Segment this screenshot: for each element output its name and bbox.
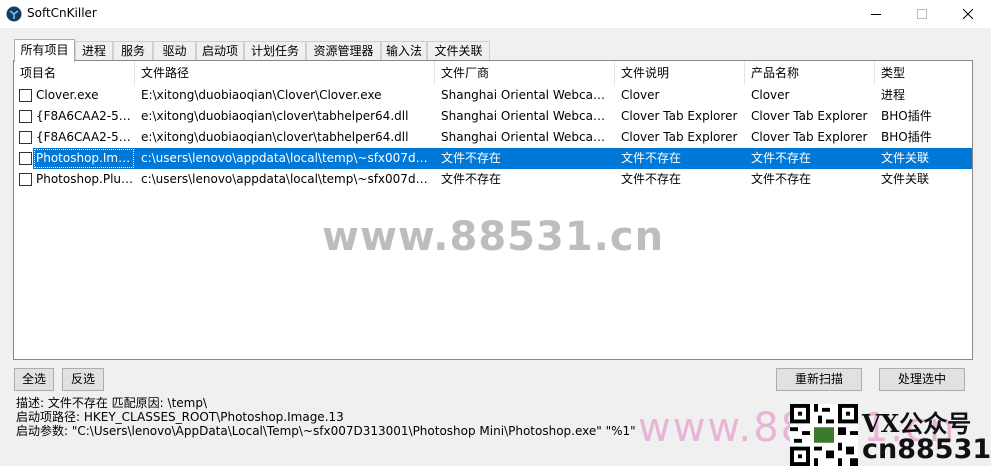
cell-product: Clover Tab Explorer [751,130,868,144]
tab-services[interactable]: 服务 [113,41,153,60]
cell-name: Photoshop.Image.13 [36,151,135,165]
tab-explorer[interactable]: 资源管理器 [306,41,381,60]
column-header-description[interactable]: 文件说明 [615,61,745,85]
cell-description: 文件不存在 [621,151,682,165]
tab-drivers[interactable]: 驱动 [153,41,196,60]
cell-vendor: Shanghai Oriental Webcasting Co., Ltd. [441,88,611,102]
tab-processes[interactable]: 进程 [75,41,113,60]
cell-path: c:\users\lenovo\appdata\local\temp\~sfx0… [141,172,435,186]
cell-vendor: Shanghai Oriental Webcasting Co., Ltd. [441,130,611,144]
column-header-vendor[interactable]: 文件厂商 [435,61,615,85]
table-row[interactable]: {F8A6CAA2-5336-4F33-A5D4-C8A8C5A9D6B8} e… [14,106,972,127]
cell-type: BHO插件 [881,109,932,123]
app-logo-icon [6,6,22,22]
close-icon [963,9,973,19]
cell-path: e:\xitong\duobiaoqian\clover\tabhelper64… [141,130,409,144]
maximize-button[interactable] [899,0,945,28]
cell-name: Photoshop.PlugIn [36,172,135,186]
cell-name: {F8A6CAA2-5336-4F33-A5D4-C8A8C5A9D6B8} [36,109,135,123]
table-row-selected[interactable]: Photoshop.Image.13 c:\users\lenovo\appda… [14,148,972,169]
tab-startup[interactable]: 启动项 [196,41,244,60]
detail-startup-params: 启动参数: "C:\Users\lenovo\AppData\Local\Tem… [16,424,636,438]
process-selected-button[interactable]: 处理选中 [879,368,965,391]
cell-product: 文件不存在 [751,172,812,186]
qr-code-icon [790,404,858,466]
cell-product: Clover Tab Explorer [751,109,868,123]
cell-description: Clover [621,88,660,102]
minimize-icon [871,14,881,15]
cell-vendor: 文件不存在 [441,172,502,186]
watermark-text: www.88531.cn [322,214,665,260]
cell-product: 文件不存在 [751,151,812,165]
cell-vendor: 文件不存在 [441,151,502,165]
table-row[interactable]: Clover.exe E:\xitong\duobiaoqian\Clover\… [14,85,972,106]
tab-all-items[interactable]: 所有项目 [14,39,75,62]
cell-type: 进程 [881,88,906,102]
cell-description: Clover Tab Explorer [621,130,738,144]
rescan-button[interactable]: 重新扫描 [776,368,862,391]
column-header-type[interactable]: 类型 [875,61,972,85]
items-list[interactable]: 项目名 文件路径 文件厂商 文件说明 产品名称 类型 Clover.exe E:… [13,60,973,360]
cell-description: Clover Tab Explorer [621,109,738,123]
tab-scheduled-tasks[interactable]: 计划任务 [244,41,306,60]
column-header-product[interactable]: 产品名称 [745,61,875,85]
tab-file-associations[interactable]: 文件关联 [427,41,490,60]
title-bar: SoftCnKiller [0,0,991,28]
cell-description: 文件不存在 [621,172,682,186]
cell-path: e:\xitong\duobiaoqian\clover\tabhelper64… [141,109,409,123]
minimize-button[interactable] [853,0,899,28]
table-row[interactable]: {F8A6CAA2-5336-4F33-A5D4-C8A8C5A9D6B9} e… [14,127,972,148]
tab-input-methods[interactable]: 输入法 [381,41,427,60]
cell-type: 文件关联 [881,151,930,165]
cell-path: E:\xitong\duobiaoqian\Clover\Clover.exe [141,88,382,102]
select-all-button[interactable]: 全选 [14,368,54,391]
cell-name: Clover.exe [36,88,99,102]
maximize-icon [917,9,927,19]
invert-selection-button[interactable]: 反选 [62,368,104,391]
column-header-name[interactable]: 项目名 [14,61,135,85]
cell-path: c:\users\lenovo\appdata\local\temp\~sfx0… [141,151,435,165]
cell-type: 文件关联 [881,172,930,186]
cell-vendor: Shanghai Oriental Webcasting Co., Ltd. [441,109,611,123]
close-button[interactable] [945,0,991,28]
cell-name: {F8A6CAA2-5336-4F33-A5D4-C8A8C5A9D6B9} [36,130,135,144]
window-title: SoftCnKiller [27,6,97,20]
table-row[interactable]: Photoshop.PlugIn c:\users\lenovo\appdata… [14,169,972,190]
cell-product: Clover [751,88,790,102]
column-header-path[interactable]: 文件路径 [135,61,435,85]
wechat-id: cn88531 [862,434,991,465]
cell-type: BHO插件 [881,130,932,144]
